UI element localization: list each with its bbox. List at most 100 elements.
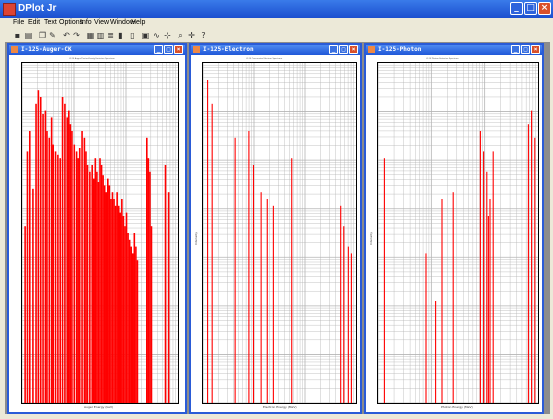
spectral-line bbox=[83, 137, 86, 403]
pan-icon[interactable]: ✛ bbox=[187, 31, 196, 40]
x-axis-label: Auger Energy (keV) bbox=[84, 405, 114, 409]
spectral-line bbox=[103, 185, 106, 403]
bars-icon[interactable]: ▮ bbox=[116, 31, 125, 40]
chart bbox=[203, 63, 356, 403]
close-button[interactable]: × bbox=[531, 45, 540, 54]
spectral-line bbox=[86, 165, 89, 403]
spectral-line bbox=[164, 165, 167, 403]
minimize-button[interactable]: _ bbox=[510, 2, 523, 15]
maximize-button[interactable]: □ bbox=[521, 45, 530, 54]
maximize-button[interactable]: □ bbox=[164, 45, 173, 54]
close-button[interactable]: × bbox=[538, 2, 551, 15]
window-titlebar: I-125-Photon _ □ × bbox=[366, 45, 542, 55]
spectral-line bbox=[136, 260, 139, 403]
spectral-line bbox=[167, 192, 170, 403]
window-title: I-125-Photon bbox=[378, 46, 422, 53]
toolbar: ▪ ▤ ❐ ✎ ↶ ↷ ▦ ▥ ≣ ▮ ▯ ▣ ∿ ⊹ ⌕ ✛ ? bbox=[0, 30, 553, 42]
spectral-line bbox=[252, 165, 255, 403]
spectral-line bbox=[64, 103, 66, 403]
menu-text[interactable]: Text bbox=[44, 19, 57, 26]
spectral-line bbox=[347, 246, 349, 403]
spectral-line bbox=[291, 158, 293, 403]
spectral-line bbox=[114, 205, 117, 403]
save-icon[interactable]: ▪ bbox=[13, 31, 22, 40]
fit-icon[interactable]: ⊹ bbox=[163, 31, 172, 40]
spectral-line bbox=[133, 233, 136, 403]
menu-view[interactable]: View bbox=[94, 19, 109, 26]
grid-icon[interactable]: ▦ bbox=[86, 31, 95, 40]
spectral-line bbox=[42, 114, 44, 403]
copy-icon[interactable]: ❐ bbox=[38, 31, 47, 40]
spectral-line bbox=[147, 158, 150, 403]
x-axis-label: Photon Energy (MeV) bbox=[441, 405, 473, 409]
spectral-line bbox=[425, 253, 427, 403]
spectral-line bbox=[486, 171, 488, 403]
plot-area[interactable] bbox=[202, 62, 357, 404]
window-electron[interactable]: I-125-Electron _ □ × I-125 Conversion El… bbox=[189, 43, 362, 414]
spectral-line bbox=[35, 103, 37, 403]
window-titlebar: I-125-Auger-CK _ □ × bbox=[9, 45, 185, 55]
spectral-line bbox=[260, 192, 262, 403]
spectral-line bbox=[96, 171, 98, 403]
minimize-button[interactable]: _ bbox=[329, 45, 338, 54]
spectral-line bbox=[108, 185, 111, 403]
table-icon[interactable]: ▥ bbox=[96, 31, 105, 40]
spectral-line bbox=[130, 246, 132, 403]
spectral-line bbox=[77, 158, 79, 403]
plot-area[interactable] bbox=[21, 62, 179, 404]
spectral-line bbox=[102, 175, 104, 403]
spectral-line bbox=[89, 171, 91, 403]
y-axis-label: Intensity bbox=[369, 231, 373, 245]
spectral-line bbox=[26, 151, 29, 403]
maximize-button[interactable]: □ bbox=[524, 2, 537, 15]
line-chart-icon[interactable]: ∿ bbox=[152, 31, 161, 40]
spectral-line bbox=[435, 301, 437, 403]
help-icon[interactable]: ? bbox=[199, 31, 208, 40]
menu-info[interactable]: Info bbox=[80, 19, 92, 26]
image-icon[interactable]: ▣ bbox=[141, 31, 150, 40]
print-icon[interactable]: ▤ bbox=[24, 31, 33, 40]
undo-icon[interactable]: ↶ bbox=[62, 31, 71, 40]
spectral-line bbox=[59, 158, 62, 403]
columns-icon[interactable]: ▯ bbox=[128, 31, 137, 40]
window-icon bbox=[193, 46, 200, 53]
spectral-line bbox=[128, 239, 131, 403]
app-titlebar: DPlot Jr _ □ × bbox=[0, 0, 553, 18]
spectral-line bbox=[492, 151, 494, 403]
zoom-icon[interactable]: ⌕ bbox=[176, 31, 185, 40]
spectral-line bbox=[119, 212, 122, 403]
window-auger-ck[interactable]: I-125-Auger-CK _ □ × I-125 Auger/Coster-… bbox=[7, 43, 187, 414]
spectral-line bbox=[146, 137, 148, 403]
spectral-line bbox=[248, 131, 250, 403]
spectral-line bbox=[116, 192, 118, 403]
minimize-button[interactable]: _ bbox=[154, 45, 163, 54]
plot-area[interactable] bbox=[377, 62, 539, 404]
redo-icon[interactable]: ↷ bbox=[72, 31, 81, 40]
spectral-line bbox=[78, 148, 81, 403]
spectral-line bbox=[92, 178, 95, 403]
close-button[interactable]: × bbox=[349, 45, 358, 54]
spectral-line bbox=[50, 117, 53, 403]
plot-title: I-125 Conversion Electron Spectrum bbox=[246, 58, 283, 60]
chart bbox=[378, 63, 538, 403]
menu-file[interactable]: File bbox=[13, 19, 24, 26]
maximize-button[interactable]: □ bbox=[339, 45, 348, 54]
spectral-line bbox=[48, 137, 51, 403]
menu-edit[interactable]: Edit bbox=[28, 19, 40, 26]
window-titlebar: I-125-Electron _ □ × bbox=[191, 45, 360, 55]
app-icon bbox=[3, 3, 16, 16]
spectral-line bbox=[124, 226, 126, 403]
spectral-line bbox=[122, 216, 125, 403]
plot-title: I-125 Photon Emission Spectrum bbox=[426, 58, 459, 60]
spectral-line bbox=[483, 151, 485, 403]
spectral-line bbox=[452, 192, 454, 403]
window-photon[interactable]: I-125-Photon _ □ × I-125 Photon Emission… bbox=[364, 43, 544, 414]
paste-icon[interactable]: ✎ bbox=[48, 31, 57, 40]
minimize-button[interactable]: _ bbox=[511, 45, 520, 54]
spectral-line bbox=[150, 226, 153, 403]
close-button[interactable]: × bbox=[174, 45, 183, 54]
spectral-line bbox=[29, 131, 31, 403]
chart bbox=[22, 63, 178, 403]
menu-help[interactable]: Help bbox=[131, 19, 145, 26]
list-icon[interactable]: ≣ bbox=[106, 31, 115, 40]
